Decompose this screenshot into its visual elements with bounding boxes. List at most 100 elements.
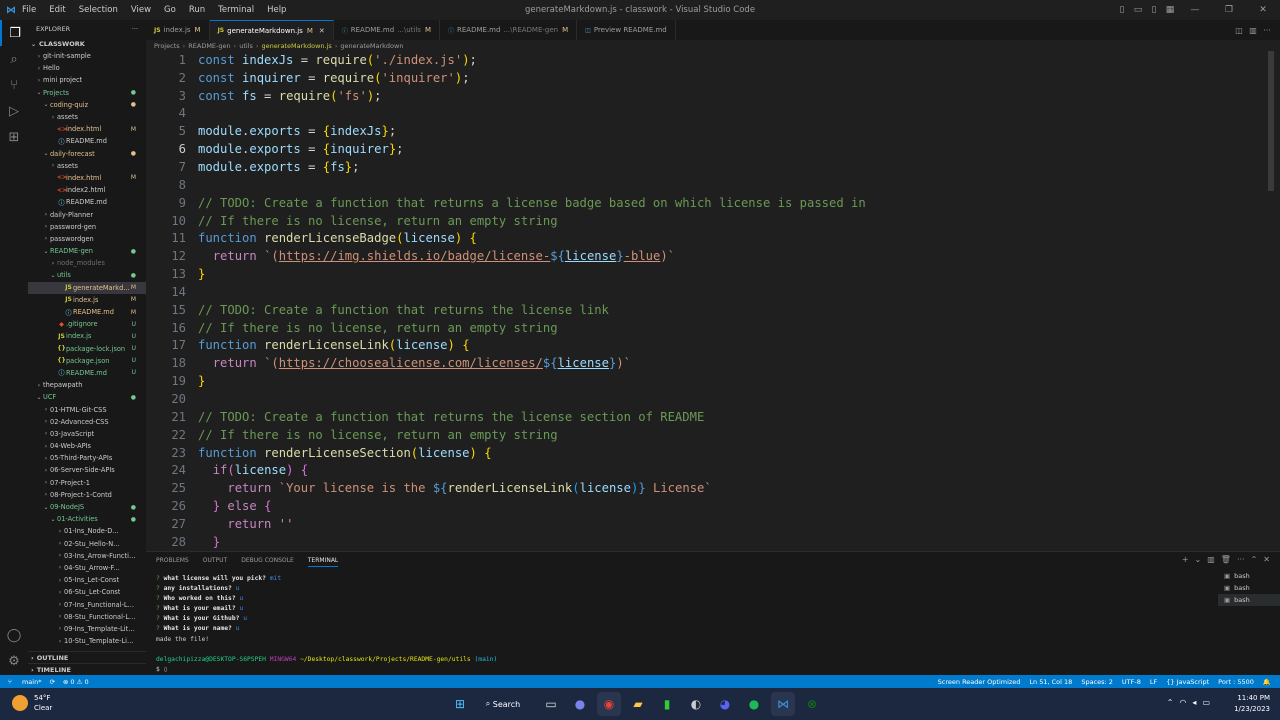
folder-item[interactable]: › 02-Advanced-CSS bbox=[28, 416, 146, 428]
terminal-instance[interactable]: ▣ bash bbox=[1218, 594, 1280, 606]
chevron-up-icon[interactable]: ⌃ bbox=[1167, 698, 1174, 707]
folder-item[interactable]: › 03-Ins_Arrow-Function bbox=[28, 550, 146, 562]
folder-item[interactable]: › daily-Planner bbox=[28, 208, 146, 220]
toggle-sidebar-icon[interactable]: ▯ bbox=[1114, 5, 1130, 15]
editor-tab[interactable]: JS index.js M bbox=[146, 20, 210, 40]
explorer-icon[interactable]: ❐ bbox=[0, 20, 28, 46]
file-item[interactable]: ⓘ README.md U bbox=[28, 367, 146, 379]
wifi-icon[interactable]: ◠ bbox=[1179, 698, 1186, 707]
folder-item[interactable]: › passwordgen bbox=[28, 233, 146, 245]
split-editor-icon[interactable]: ▥ bbox=[1246, 26, 1260, 35]
folder-item[interactable]: › 07-Project-1 bbox=[28, 477, 146, 489]
file-item[interactable]: {} package.json U bbox=[28, 355, 146, 367]
editor-tab[interactable]: ⓘ README.md ...\README-gen M bbox=[440, 20, 578, 40]
menu-item-view[interactable]: View bbox=[131, 5, 151, 15]
discord-icon[interactable]: ◕ bbox=[713, 692, 737, 716]
menu-item-terminal[interactable]: Terminal bbox=[218, 5, 254, 15]
workspace-root[interactable]: ⌄ CLASSWORK bbox=[28, 38, 146, 50]
panel-tab-problems[interactable]: PROBLEMS bbox=[156, 557, 189, 567]
menu-item-edit[interactable]: Edit bbox=[49, 5, 65, 15]
editor-tab[interactable]: ◫ Preview README.md bbox=[577, 20, 676, 40]
xbox-icon[interactable]: ⊗ bbox=[800, 692, 824, 716]
folder-item[interactable]: › 06-Stu_Let-Const bbox=[28, 586, 146, 598]
folder-item[interactable]: ⌄ utils ● bbox=[28, 269, 146, 281]
settings-gear-icon[interactable]: ⚙ bbox=[0, 648, 28, 674]
restore-button[interactable]: ❐ bbox=[1212, 5, 1246, 15]
folder-item[interactable]: › assets bbox=[28, 111, 146, 123]
folder-item[interactable]: ⌄ 09-NodeJS ● bbox=[28, 501, 146, 513]
file-explorer-icon[interactable]: ▰ bbox=[626, 692, 650, 716]
folder-item[interactable]: › 01-HTML-Git-CSS bbox=[28, 403, 146, 415]
folder-item[interactable]: ⌄ README-gen ● bbox=[28, 245, 146, 257]
extensions-icon[interactable]: ⊞ bbox=[0, 124, 28, 150]
timeline-section[interactable]: › TIMELINE bbox=[28, 663, 146, 675]
status-item[interactable]: Port : 5500 bbox=[1218, 678, 1254, 686]
menu-item-run[interactable]: Run bbox=[189, 5, 205, 15]
folder-item[interactable]: ⌄ coding-quiz ● bbox=[28, 99, 146, 111]
file-item[interactable]: ⓘ README.md bbox=[28, 135, 146, 147]
folder-item[interactable]: › 02-Stu_Hello-N... bbox=[28, 538, 146, 550]
file-item[interactable]: <> index.html M bbox=[28, 172, 146, 184]
outline-section[interactable]: › OUTLINE bbox=[28, 651, 146, 663]
terminal-output[interactable]: ? what license will you pick? mit? any i… bbox=[156, 575, 1196, 676]
status-item[interactable]: {} JavaScript bbox=[1166, 678, 1209, 686]
folder-item[interactable]: › git-init-sample bbox=[28, 50, 146, 62]
file-item[interactable]: JS index.js M bbox=[28, 294, 146, 306]
vscode-taskbar-icon[interactable]: ⋈ bbox=[771, 692, 795, 716]
folder-item[interactable]: › 05-Third-Party-APIs bbox=[28, 452, 146, 464]
customize-layout-icon[interactable]: ▦ bbox=[1162, 5, 1178, 15]
minimize-button[interactable]: — bbox=[1178, 5, 1212, 15]
close-window-button[interactable]: ✕ bbox=[1246, 5, 1280, 15]
file-item[interactable]: ⓘ README.md M bbox=[28, 306, 146, 318]
kill-terminal-icon[interactable]: 🗑 bbox=[1221, 555, 1231, 564]
panel-tab-terminal[interactable]: TERMINAL bbox=[307, 557, 339, 567]
volume-icon[interactable]: ◂ bbox=[1192, 698, 1196, 707]
folder-item[interactable]: › 06-Server-Side-APIs bbox=[28, 464, 146, 476]
file-item[interactable]: ⓘ README.md bbox=[28, 196, 146, 208]
close-panel-icon[interactable]: ✕ bbox=[1263, 555, 1270, 564]
toggle-panel-icon[interactable]: ▭ bbox=[1130, 5, 1146, 15]
more-actions-icon[interactable]: ··· bbox=[1260, 26, 1274, 35]
file-item[interactable]: JS generateMarkd... M bbox=[28, 281, 146, 294]
more-actions-icon[interactable]: ··· bbox=[132, 25, 138, 33]
panel-tab-output[interactable]: OUTPUT bbox=[203, 557, 227, 567]
notifications-bell-icon[interactable]: 🔔 bbox=[1263, 678, 1271, 686]
file-item[interactable]: {} package-lock.json U bbox=[28, 343, 146, 355]
problems-status[interactable]: ⊗ 0 ⚠ 0 bbox=[63, 678, 89, 686]
editor-tab[interactable]: ⓘ README.md ...\utils M bbox=[334, 20, 440, 40]
folder-item[interactable]: › 07-Ins_Functional-Lo... bbox=[28, 598, 146, 610]
folder-item[interactable]: › password-gen bbox=[28, 221, 146, 233]
windows-start-icon[interactable]: ⊞ bbox=[448, 692, 472, 716]
folder-item[interactable]: › 08-Project-1-Contd bbox=[28, 489, 146, 501]
breadcrumb-item[interactable]: Projects bbox=[154, 42, 180, 50]
file-item[interactable]: <> index2.html bbox=[28, 184, 146, 196]
status-item[interactable]: Spaces: 2 bbox=[1081, 678, 1113, 686]
folder-item[interactable]: › assets bbox=[28, 160, 146, 172]
battery-icon[interactable]: ▭ bbox=[1202, 698, 1210, 707]
status-item[interactable]: Screen Reader Optimized bbox=[938, 678, 1021, 686]
taskbar-clock[interactable]: 11:40 PM 1/23/2023 bbox=[1234, 693, 1270, 715]
editor-scrollbar[interactable] bbox=[1268, 51, 1274, 191]
open-preview-icon[interactable]: ◫ bbox=[1232, 26, 1246, 35]
close-tab-icon[interactable]: ✕ bbox=[319, 27, 325, 35]
file-item[interactable]: ◆ .gitignore U bbox=[28, 318, 146, 330]
search-icon[interactable]: ⌕ bbox=[0, 46, 28, 72]
folder-item[interactable]: › 10-Stu_Template-Lite... bbox=[28, 635, 146, 647]
folder-item[interactable]: › thepawpath bbox=[28, 379, 146, 391]
new-terminal-icon[interactable]: + bbox=[1182, 555, 1189, 564]
folder-item[interactable]: › 01-Ins_Node-D... bbox=[28, 525, 146, 537]
folder-item[interactable]: ⌄ daily-forecast ● bbox=[28, 148, 146, 160]
account-icon[interactable]: ◯ bbox=[0, 622, 28, 648]
terminal-instance[interactable]: ▣ bash bbox=[1218, 582, 1280, 594]
more-actions-icon[interactable]: ··· bbox=[1237, 555, 1245, 564]
folder-item[interactable]: ⌄ UCF ● bbox=[28, 391, 146, 403]
panel-tab-debug-console[interactable]: DEBUG CONSOLE bbox=[241, 557, 294, 567]
branch-status[interactable]: ⑂ main* bbox=[8, 678, 41, 686]
split-terminal-icon[interactable]: ▥ bbox=[1207, 555, 1215, 564]
teams-chat-icon[interactable]: ● bbox=[568, 692, 592, 716]
folder-item[interactable]: › 09-Ins_Template-Lite... bbox=[28, 623, 146, 635]
menu-item-help[interactable]: Help bbox=[267, 5, 286, 15]
taskbar-search[interactable]: ⌕ Search bbox=[477, 692, 529, 716]
folder-item[interactable]: › mini project bbox=[28, 74, 146, 86]
status-item[interactable]: LF bbox=[1150, 678, 1157, 686]
